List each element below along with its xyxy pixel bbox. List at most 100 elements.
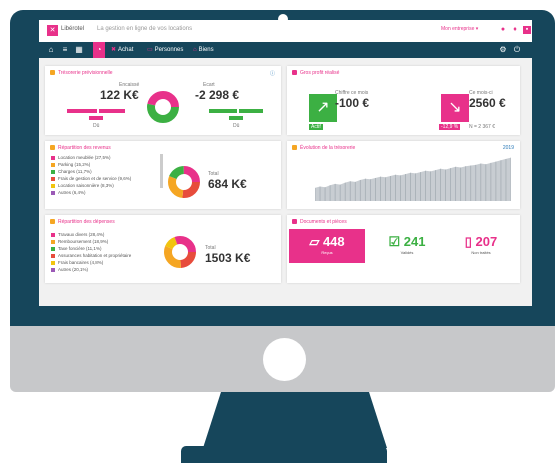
trend-card: Évolution de la trésorerie 2019 xyxy=(287,141,520,209)
arrow-up-icon: ↗ xyxy=(309,94,337,122)
stat-label: Reçus xyxy=(321,250,333,255)
stat-label: Non traités xyxy=(471,250,491,255)
chart-legend: 2019 xyxy=(502,145,514,151)
trend-chart xyxy=(315,157,511,201)
legend-label: Parking (15,2%) xyxy=(58,162,91,167)
chart-icon xyxy=(292,70,297,75)
power-button-icon xyxy=(263,338,306,381)
documents-card: Documents et pièces ▱ 448 Reçus ☑ 241 Va… xyxy=(287,215,520,283)
document-icon: ▯ xyxy=(464,234,476,249)
power-icon[interactable]: ⏻ xyxy=(511,42,523,58)
legend-label: Assurances habitation et propriétaire xyxy=(58,253,132,258)
info-icon[interactable]: ⓘ xyxy=(270,70,275,77)
screen: ✕ Libérotel La gestion en ligne de vos l… xyxy=(39,20,532,306)
coins-icon xyxy=(50,70,55,75)
result-left-value: -100 € xyxy=(335,96,370,110)
stat-number: 448 xyxy=(322,234,345,249)
nav-item-label: Achat xyxy=(118,47,134,53)
series-area xyxy=(315,157,511,201)
result-right-sub: N = 2 367 € xyxy=(469,124,495,130)
card-title: Gros profit réalisé xyxy=(292,70,339,76)
home-icon[interactable]: ⌂ xyxy=(45,42,57,58)
logout-icon[interactable]: ▪ xyxy=(523,26,531,34)
legend-swatch xyxy=(51,267,55,272)
legend-swatch xyxy=(51,190,55,195)
treasury-bar xyxy=(209,109,237,113)
legend-item: Autres (6,4%) xyxy=(51,190,86,195)
page-title: La gestion en ligne de vos locations xyxy=(97,26,193,32)
legend-label: Autres (20,1%) xyxy=(58,267,89,272)
treasury-card: Trésorerie prévisionnelle ⓘ Encaissé 122… xyxy=(45,66,281,135)
chart-icon xyxy=(292,145,297,150)
legend-item: Parking (15,2%) xyxy=(51,162,90,167)
legend-swatch xyxy=(51,232,55,237)
bell-icon[interactable]: ♦ xyxy=(511,26,519,34)
legend-label: Taxe foncière (11,1%) xyxy=(58,246,102,251)
legend-swatch xyxy=(51,183,55,188)
legend-label: Autres (6,4%) xyxy=(58,190,86,195)
settings-icon[interactable]: ⚙ xyxy=(497,42,509,58)
result-left-badge: Actif xyxy=(309,124,323,130)
dashboard-icon[interactable]: ◔ xyxy=(93,42,105,58)
treasury-bar xyxy=(99,109,125,113)
top-bar: ✕ Libérotel La gestion en ligne de vos l… xyxy=(39,20,532,42)
treasury-donut xyxy=(147,91,179,123)
legend-item: Location meublée (27,5%) xyxy=(51,155,111,160)
legend-label: Location meublée (27,5%) xyxy=(58,155,111,160)
legend-swatch xyxy=(51,155,55,160)
user-icon[interactable]: ● xyxy=(499,26,507,34)
legend-item: Taxe foncière (11,1%) xyxy=(51,246,101,251)
legend-item: Frais bancaires (4,8%) xyxy=(51,260,103,265)
legend-item: Location saisonnière (8,3%) xyxy=(51,183,114,188)
stat-label: Validés xyxy=(400,250,414,255)
people-icon: ▭ xyxy=(147,47,153,53)
treasury-bar xyxy=(229,116,243,120)
menu-icon[interactable]: ≡ xyxy=(59,42,71,58)
company-selector[interactable]: Mon entreprise ▾ xyxy=(441,26,478,32)
legend-label: Charges (11,7%) xyxy=(58,169,92,174)
nav-item-label: Biens xyxy=(198,47,214,53)
nav-bar: ⌂ ≡ ▦ ◔ ✖ Achat ▭ Personnes ⌂ Biens ⚙ ⏻ xyxy=(39,42,532,58)
treasury-bar xyxy=(67,109,97,113)
treasury-left-value: 122 K€ xyxy=(100,88,139,102)
treasury-bottom-left: Dû xyxy=(93,123,100,129)
card-title: Trésorerie prévisionnelle xyxy=(50,70,113,76)
legend-label: Remboursement (18,9%) xyxy=(58,239,109,244)
legend-swatch xyxy=(51,162,55,167)
treasury-bottom-right: Dû xyxy=(233,123,240,129)
legend-label: Frais bancaires (4,8%) xyxy=(58,260,104,265)
cart-icon: ✖ xyxy=(111,47,117,53)
stat-validated[interactable]: ☑ 241 Validés xyxy=(377,229,437,263)
nav-item-personnes[interactable]: ▭ Personnes xyxy=(147,42,183,58)
card-title-text: Évolution de la trésorerie xyxy=(300,145,356,151)
grid-icon[interactable]: ▦ xyxy=(73,42,85,58)
legend-item: Autres (20,1%) xyxy=(51,267,88,272)
docs-icon xyxy=(292,219,297,224)
legend-swatch xyxy=(51,260,55,265)
legend-item: Charges (11,7%) xyxy=(51,169,92,174)
expenses-total-value: 1503 K€ xyxy=(205,251,251,265)
monitor-stand xyxy=(203,392,387,448)
nav-item-label: Personnes xyxy=(154,47,184,53)
stat-pending[interactable]: ▯ 207 Non traités xyxy=(449,229,513,263)
nav-item-achat[interactable]: ✖ Achat xyxy=(111,42,133,58)
treasury-bar xyxy=(89,116,103,120)
legend-label: Location saisonnière (8,3%) xyxy=(58,183,114,188)
result-right-value: 2560 € xyxy=(469,96,506,110)
legend-item: Travaux divers (28,4%) xyxy=(51,232,104,237)
card-title-text: Trésorerie prévisionnelle xyxy=(58,70,113,76)
scrollbar[interactable] xyxy=(160,154,163,188)
legend-swatch xyxy=(51,239,55,244)
monitor-base xyxy=(181,446,387,463)
stat-number: 207 xyxy=(475,234,498,249)
legend-swatch xyxy=(51,169,55,174)
coins-icon xyxy=(50,145,55,150)
revenue-donut xyxy=(168,166,200,198)
arrow-down-icon: ↘ xyxy=(441,94,469,122)
card-title-text: Répartition des dépenses xyxy=(58,219,115,225)
app-name: Libérotel xyxy=(61,26,85,32)
stat-received[interactable]: ▱ 448 Reçus xyxy=(289,229,365,263)
nav-item-biens[interactable]: ⌂ Biens xyxy=(193,42,214,58)
legend-swatch xyxy=(51,253,55,258)
house-icon: ⌂ xyxy=(193,47,197,53)
